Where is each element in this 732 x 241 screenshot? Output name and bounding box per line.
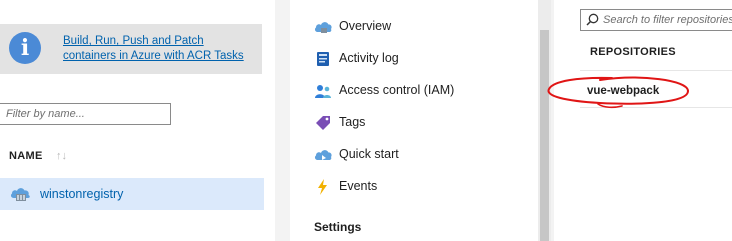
repository-search-input[interactable] [603, 12, 732, 28]
repositories-panel: REPOSITORIES vue-webpack [554, 0, 732, 241]
menu-item-quick-start[interactable]: Quick start [290, 142, 538, 168]
quickstart-cloud-icon [314, 150, 332, 160]
menu-scrollbar[interactable] [538, 0, 551, 241]
lightning-icon [318, 179, 327, 195]
menu-label: Events [339, 179, 378, 193]
menu-item-events[interactable]: Events [290, 174, 538, 200]
repository-name[interactable]: vue-webpack [587, 85, 659, 97]
info-icon: i [9, 32, 41, 64]
acr-tasks-link[interactable]: Build, Run, Push and Patch containers in… [63, 34, 258, 64]
menu-label: Quick start [339, 147, 399, 161]
resource-menu-panel: Overview Activity log Access control (IA… [290, 0, 538, 241]
tag-icon [316, 116, 330, 130]
repository-search-box[interactable] [580, 9, 732, 31]
filter-by-name-input[interactable] [0, 103, 171, 125]
search-icon [586, 13, 599, 26]
people-icon [315, 85, 331, 98]
menu-item-activity-log[interactable]: Activity log [290, 46, 538, 72]
activity-log-icon [317, 52, 329, 66]
registry-name-link[interactable]: winstonregistry [40, 187, 123, 201]
menu-label: Activity log [339, 51, 399, 65]
info-banner: i Build, Run, Push and Patch containers … [0, 24, 262, 74]
sort-icon[interactable]: ↑↓ [56, 150, 67, 162]
menu-label: Access control (IAM) [339, 83, 455, 97]
menu-item-overview[interactable]: Overview [290, 14, 538, 40]
divider [580, 70, 732, 71]
divider [580, 107, 732, 108]
registry-row[interactable]: winstonregistry [0, 178, 264, 210]
menu-label: Tags [339, 115, 366, 129]
menu-label: Overview [339, 19, 392, 33]
repositories-heading: REPOSITORIES [590, 46, 676, 58]
settings-section-heading: Settings [314, 220, 362, 234]
registry-list-panel: i Build, Run, Push and Patch containers … [0, 0, 275, 241]
menu-item-tags[interactable]: Tags [290, 110, 538, 136]
container-registry-icon [10, 188, 30, 201]
repository-row[interactable]: vue-webpack [580, 76, 732, 106]
scrollbar-thumb[interactable] [540, 30, 549, 241]
menu-item-access-control[interactable]: Access control (IAM) [290, 78, 538, 104]
name-column-header[interactable]: NAME [9, 150, 43, 162]
overview-cloud-icon [314, 22, 332, 33]
